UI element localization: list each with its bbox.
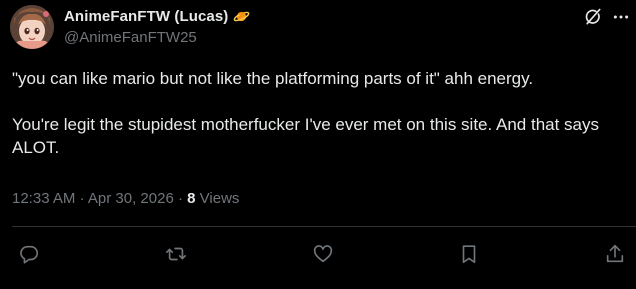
more-icon[interactable] [612,8,630,26]
display-name[interactable]: AnimeFanFTW (Lucas) [64,8,228,25]
reply-icon[interactable] [18,243,40,265]
post-text: "you can like mario but not like the pla… [12,67,624,159]
post-paragraph: You're legit the stupidest motherfucker … [12,115,600,157]
planet-icon [233,8,250,25]
author-handle[interactable]: @AnimeFanFTW25 [64,29,197,46]
grok-icon[interactable] [583,7,603,27]
views-label: Views [199,190,240,207]
views-count: 8 [187,190,196,207]
meta-separator: · [79,190,85,207]
post-date[interactable]: Apr 30, 2026 [88,190,174,207]
share-icon[interactable] [604,243,626,265]
author-name-row[interactable]: AnimeFanFTW (Lucas) [64,6,250,26]
tweet: AnimeFanFTW (Lucas) @AnimeFanFTW25 "you … [0,0,636,289]
post-meta: 12:33 AM · Apr 30, 2026 · 8 Views [12,190,239,207]
meta-separator: · [177,190,183,207]
like-icon[interactable] [312,243,334,265]
post-time[interactable]: 12:33 AM [12,190,75,207]
repost-icon[interactable] [165,243,187,265]
bookmark-icon[interactable] [458,243,480,265]
post-paragraph: "you can like mario but not like the pla… [12,69,534,88]
divider [12,226,636,227]
avatar[interactable] [10,5,54,49]
